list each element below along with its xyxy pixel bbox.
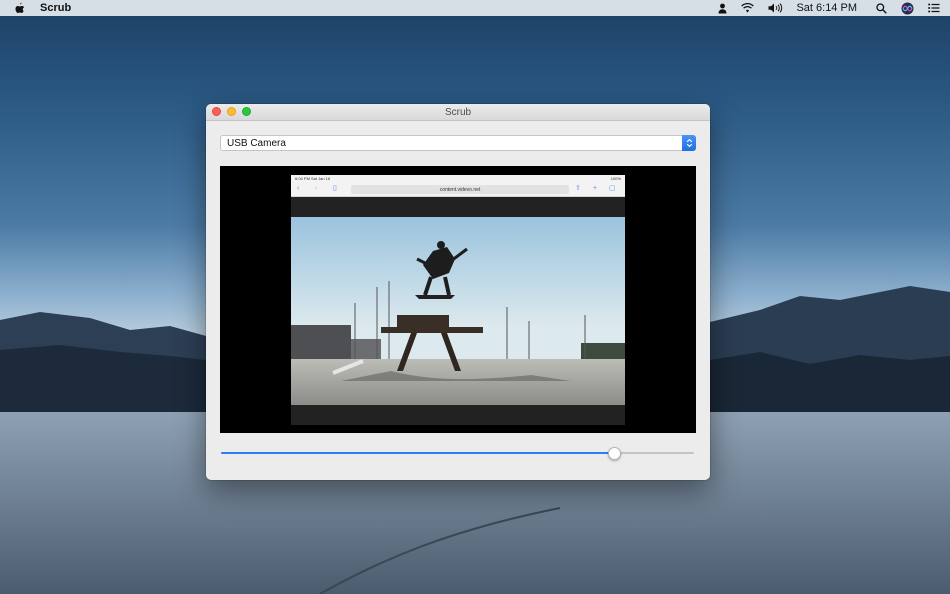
tabs-icon: ▢: [609, 185, 616, 192]
slider-fill: [221, 452, 614, 454]
list-icon[interactable]: [928, 3, 940, 13]
menu-bar: Scrub Sat 6:14 PM: [0, 0, 950, 16]
safari-toolbar: ‹ › ▯ content.videvo.net ⇧ + ▢: [291, 182, 625, 197]
window-title: Scrub: [444, 106, 472, 118]
window-titlebar[interactable]: Scrub: [206, 104, 710, 121]
minimize-button[interactable]: [227, 107, 236, 116]
window-controls: [212, 107, 257, 116]
scrub-window: Scrub USB Camera 6:04 PM Sat Jan 16 100%…: [206, 104, 710, 480]
app-menu-name[interactable]: Scrub: [40, 2, 71, 14]
camera-source-select[interactable]: USB Camera: [220, 135, 696, 151]
chevron-updown-icon[interactable]: [682, 135, 696, 151]
zoom-button[interactable]: [242, 107, 251, 116]
scrub-slider[interactable]: [221, 444, 694, 462]
safari-url: content.videvo.net: [439, 186, 481, 193]
apple-icon[interactable]: [14, 2, 28, 14]
menubar-clock[interactable]: Sat 6:14 PM: [796, 2, 857, 14]
user-icon[interactable]: [718, 3, 727, 14]
wifi-icon[interactable]: [741, 3, 755, 13]
siri-icon[interactable]: [901, 2, 914, 15]
close-button[interactable]: [212, 107, 221, 116]
captured-ipad-screen: 6:04 PM Sat Jan 16 100% ‹ › ▯ content.vi…: [291, 175, 625, 425]
share-icon: ⇧: [575, 185, 581, 192]
back-icon: ‹: [297, 185, 300, 192]
forward-icon: ›: [315, 185, 318, 192]
video-bottom-bar: [291, 405, 625, 425]
camera-preview: 6:04 PM Sat Jan 16 100% ‹ › ▯ content.vi…: [220, 166, 696, 433]
skateboarder-video-frame: [291, 217, 625, 405]
ipad-status-time: 6:04 PM Sat Jan 16: [295, 176, 331, 181]
new-tab-icon: +: [593, 185, 598, 192]
ipad-status-bar: 6:04 PM Sat Jan 16 100%: [291, 175, 625, 182]
camera-source-value: USB Camera: [227, 137, 286, 149]
search-icon[interactable]: [876, 2, 887, 14]
volume-icon[interactable]: [768, 3, 783, 13]
ipad-status-battery: 100%: [610, 176, 621, 181]
safari-url-bar: content.videvo.net: [351, 185, 569, 194]
slider-knob[interactable]: [607, 447, 621, 460]
video-top-bar: [291, 197, 625, 217]
bookmarks-icon: ▯: [333, 185, 337, 192]
